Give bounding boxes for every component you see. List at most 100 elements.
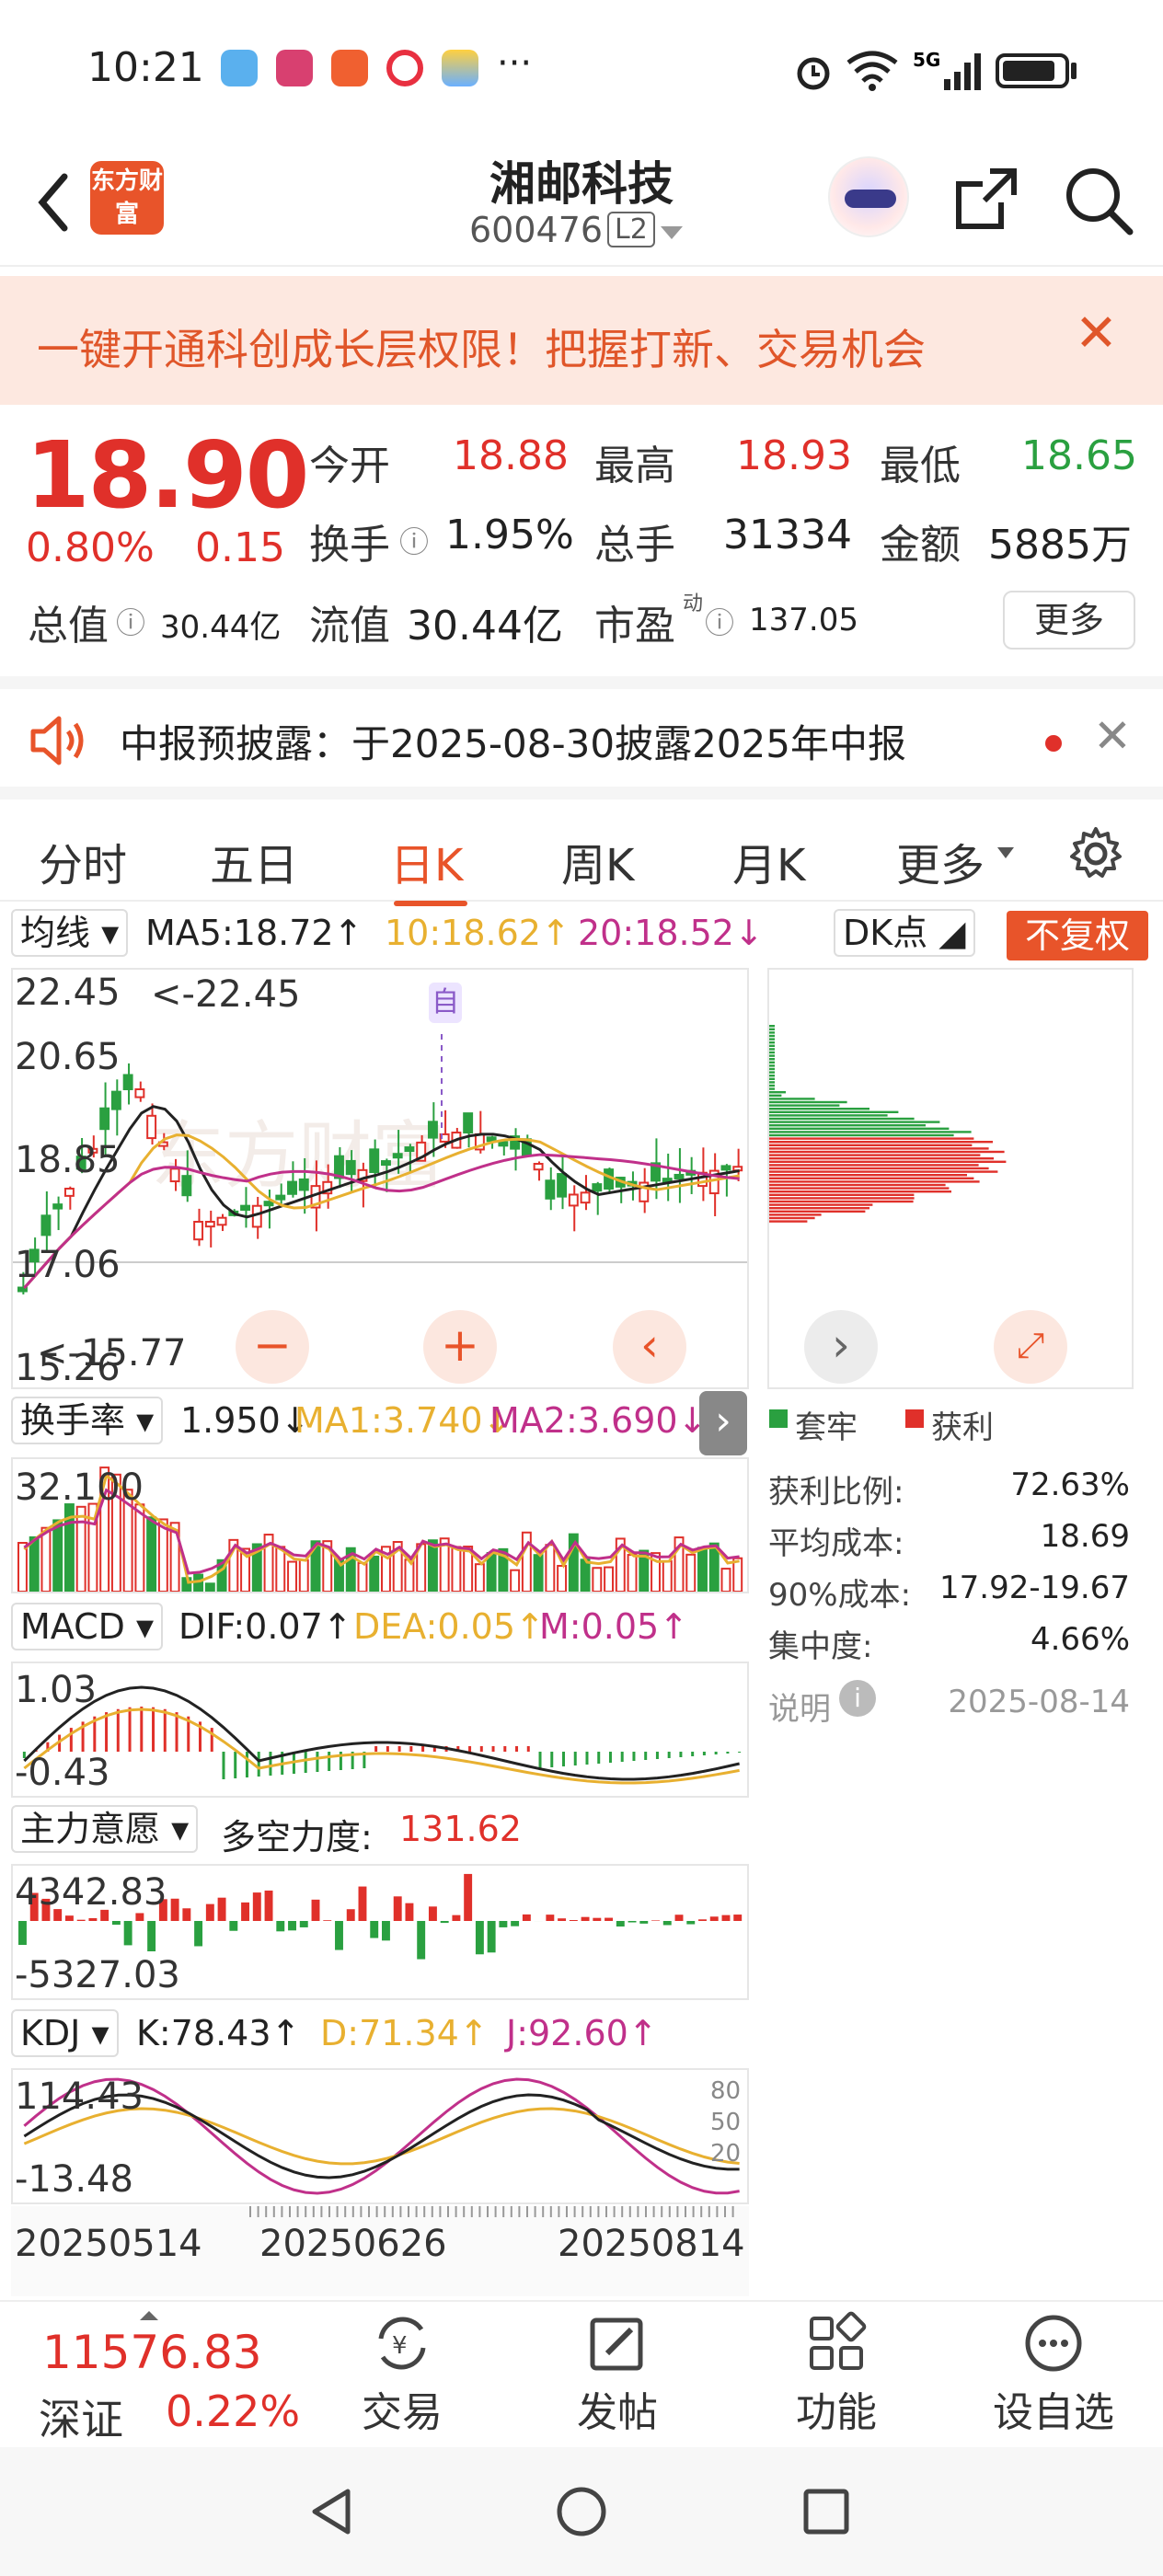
dk-point-button[interactable]: DK点 ◢ <box>834 909 975 957</box>
main-force-bar <box>405 1903 414 1921</box>
close-icon[interactable]: ✕ <box>1093 709 1132 763</box>
close-icon[interactable]: ✕ <box>1075 304 1118 363</box>
index-ticker[interactable]: 11576.83 深证 0.22% <box>0 2302 322 2449</box>
turnover-bar <box>685 1553 697 1592</box>
share-icon[interactable] <box>950 162 1023 236</box>
tab-five-day[interactable]: 五日 <box>210 829 298 893</box>
scroll-left-button[interactable]: ‹ <box>613 1310 686 1384</box>
index-percent: 0.22% <box>166 2386 301 2436</box>
turnover-selector[interactable]: 换手率 ▾ <box>11 1397 164 1444</box>
alarm-icon <box>797 57 830 90</box>
macd-chart[interactable]: 1.03 -0.43 <box>11 1662 749 1798</box>
candle <box>287 1180 297 1195</box>
turnover-bar <box>204 1582 215 1592</box>
fullscreen-icon[interactable]: ⤢ <box>994 1310 1067 1384</box>
macd-selector[interactable]: MACD ▾ <box>11 1603 164 1650</box>
nav-post[interactable]: 发帖 <box>548 2311 686 2438</box>
turnover-bar <box>592 1567 603 1592</box>
home-circle-icon[interactable] <box>554 2484 609 2539</box>
candle <box>345 1159 356 1176</box>
main-force-bar <box>88 1917 98 1921</box>
nav-functions[interactable]: 功能 <box>767 2311 905 2438</box>
status-bar: 10:21 ··· 5G <box>0 0 1163 138</box>
index-value: 11576.83 <box>42 2326 262 2379</box>
turnover-bar <box>580 1558 591 1592</box>
zoom-in-button[interactable]: + <box>423 1310 497 1384</box>
promo-banner-text[interactable]: 一键开通科创成长层权限！把握打新、交易机会 <box>37 316 926 377</box>
main-force-bar <box>674 1915 684 1921</box>
kline-chart[interactable]: 东方财富 22.45 20.65 18.85 17.06 15.26 <-22.… <box>11 968 749 1389</box>
chip-distribution-chart[interactable]: › ⤢ <box>767 968 1134 1389</box>
max-price-note: <-22.45 <box>151 973 301 1016</box>
period-tabs: 分时 五日 日K 周K 月K 更多 <box>0 787 1163 906</box>
chip-bar <box>769 1213 822 1216</box>
chip-bar <box>769 1108 869 1110</box>
main-force-bar <box>147 1921 156 1952</box>
chip-bar <box>769 1058 775 1061</box>
kdj-level-20: 20 <box>710 2140 742 2168</box>
tab-intraday[interactable]: 分时 <box>39 829 127 893</box>
amount-value: 5885万 <box>988 522 1132 569</box>
turnover-chart[interactable]: 32.100 <box>11 1457 749 1593</box>
kdj-chart[interactable]: 114.43 -13.48 80 50 20 <box>11 2068 749 2204</box>
main-force-bar <box>382 1921 390 1941</box>
level2-badge[interactable]: L2 <box>607 212 655 247</box>
chip-bar <box>769 1183 946 1187</box>
tab-monthly-k[interactable]: 月K <box>732 829 805 893</box>
nav-add-watchlist[interactable]: 设自选 <box>985 2311 1123 2438</box>
more-quote-button[interactable]: 更多 <box>1003 591 1135 650</box>
main-force-bar <box>511 1921 520 1926</box>
info-icon[interactable]: ⓘ <box>399 519 429 561</box>
candle <box>580 1191 591 1204</box>
turnover-ma2: MA2:3.690↓ <box>489 1400 708 1441</box>
tab-weekly-k[interactable]: 周K <box>561 829 634 893</box>
chip-bar <box>769 1031 775 1034</box>
main-force-bar <box>428 1906 437 1921</box>
legend-trapped: 套牢 <box>795 1409 858 1446</box>
ma-selector[interactable]: 均线 ▾ <box>11 909 129 957</box>
promo-banner[interactable]: 一键开通科创成长层权限！把握打新、交易机会 ✕ <box>0 276 1163 405</box>
notice-bar[interactable]: 中报预披露：于2025-08-30披露2025年中报 ✕ <box>0 676 1163 787</box>
chevron-down-icon[interactable] <box>661 226 683 239</box>
main-force-bar <box>346 1909 355 1921</box>
info-icon[interactable]: i <box>839 1680 876 1717</box>
zoom-out-button[interactable]: − <box>236 1310 309 1384</box>
back-triangle-icon[interactable] <box>304 2484 359 2539</box>
chip-bar <box>769 1154 981 1156</box>
main-force-bar <box>18 1921 27 1946</box>
chip-note-label[interactable]: 说明 <box>768 1684 831 1729</box>
main-force-chart[interactable]: 4342.83 -5327.03 <box>11 1864 749 2000</box>
search-icon[interactable] <box>1060 162 1137 239</box>
candle <box>557 1173 568 1198</box>
tab-more[interactable]: 更多 <box>896 829 985 893</box>
chip-bar <box>769 1051 775 1054</box>
recent-apps-icon[interactable] <box>799 2484 854 2539</box>
svg-text:¥: ¥ <box>392 2332 408 2360</box>
tab-daily-k[interactable]: 日K <box>390 829 463 893</box>
change-amount: 0.15 <box>195 524 285 571</box>
chip-bar <box>769 1075 775 1077</box>
chevron-down-icon[interactable] <box>997 847 1014 858</box>
info-icon[interactable]: ⓘ <box>705 600 734 642</box>
nav-trade[interactable]: ¥ 交易 <box>333 2311 471 2438</box>
stock-code[interactable]: 600476 <box>469 210 603 250</box>
duokong-value: 131.62 <box>399 1809 522 1849</box>
main-force-bar <box>440 1921 449 1924</box>
adjust-button[interactable]: 不复权 <box>1007 911 1148 960</box>
ai-assistant-avatar[interactable] <box>828 156 909 237</box>
index-name: 深证 <box>39 2395 123 2444</box>
expand-chip-arrow[interactable]: › <box>804 1310 878 1384</box>
candle <box>181 1175 192 1197</box>
cost90-value: 17.92-19.67 <box>939 1570 1130 1606</box>
main-force-selector[interactable]: 主力意愿 ▾ <box>11 1805 199 1853</box>
main-force-bar <box>323 1920 332 1921</box>
chip-bar <box>769 1117 915 1121</box>
gear-icon[interactable] <box>1067 825 1124 882</box>
notice-text[interactable]: 中报预披露：于2025-08-30披露2025年中报 <box>120 713 906 769</box>
kdj-selector[interactable]: KDJ ▾ <box>11 2009 119 2057</box>
event-marker[interactable]: 自 <box>429 983 462 1023</box>
candle <box>568 1193 579 1207</box>
collapse-side-panel-button[interactable]: › <box>699 1391 747 1455</box>
active-tab-indicator <box>394 901 467 906</box>
info-icon[interactable]: ⓘ <box>116 600 145 642</box>
